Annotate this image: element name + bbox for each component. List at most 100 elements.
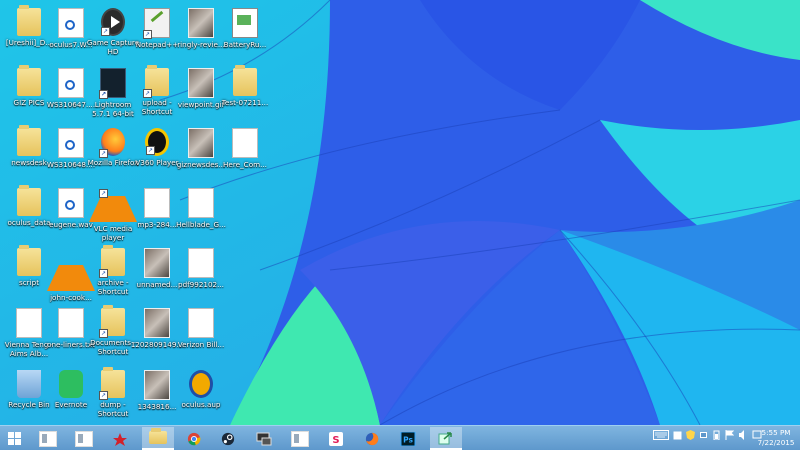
taskbar-app-slack[interactable]: S xyxy=(322,427,350,450)
desktop-icon[interactable]: ↗ dump - Shortcut xyxy=(90,366,136,424)
desktop-icon[interactable]: ↗ archive - Shortcut xyxy=(90,244,136,302)
taskbar-app-paint[interactable] xyxy=(106,427,134,450)
desktop-icon[interactable]: ↗ Game Capture HD xyxy=(87,4,139,62)
clock-date: 7/22/2015 xyxy=(757,438,795,447)
desktop-icon[interactable]: 1343816... xyxy=(134,366,180,424)
window-icon xyxy=(291,430,309,447)
desktop: [Ureshii]_D... GIZ PICS newsdesk oculus_dat… xyxy=(0,0,800,425)
keyboard-icon[interactable] xyxy=(653,430,669,440)
taskbar-app-window-2[interactable] xyxy=(70,427,98,450)
taskbar-app-share[interactable] xyxy=(430,427,462,450)
desktop-icon[interactable]: WS310648.... xyxy=(47,124,95,182)
shortcut-arrow-icon: ↗ xyxy=(99,90,108,99)
desktop-icon[interactable]: viewpoint.gif xyxy=(178,64,224,122)
desktop-icon[interactable]: ↗ Documents - Shortcut xyxy=(90,304,136,362)
desktop-icon[interactable]: oculus_data xyxy=(6,184,52,242)
wav-file-icon xyxy=(58,188,84,218)
desktop-icon[interactable]: ↗ VLC media player xyxy=(89,184,137,242)
desktop-icon[interactable]: unnamed... xyxy=(134,244,180,302)
folder-icon xyxy=(17,65,41,96)
notepad-plus-icon: ↗ xyxy=(143,8,170,39)
taskbar-app-steam[interactable] xyxy=(214,427,242,450)
desktop-icon-label: Here_Com... xyxy=(223,160,267,169)
desktop-icon[interactable]: ↗ V360 Player xyxy=(134,124,180,182)
start-button[interactable] xyxy=(2,427,30,450)
desktop-icon[interactable]: ↗ Notepad++ xyxy=(134,4,180,62)
recycle-bin-icon xyxy=(17,370,41,398)
shortcut-arrow-icon: ↗ xyxy=(99,269,108,278)
taskbar-app-remote-desktop[interactable] xyxy=(250,427,278,450)
desktop-icon[interactable]: Hellblade_G... xyxy=(176,184,226,242)
taskbar-app-window-3[interactable] xyxy=(286,427,314,450)
firefox-icon xyxy=(365,432,379,445)
desktop-icon[interactable]: giznewsdes... xyxy=(177,124,225,182)
desktop-icon[interactable]: Test-07211... xyxy=(222,64,268,122)
desktop-icon[interactable]: BatteryRu... xyxy=(222,4,268,62)
desktop-icon[interactable]: ↗ upload - Shortcut xyxy=(134,64,180,122)
image-file-icon xyxy=(188,128,214,158)
svg-text:S: S xyxy=(332,435,339,446)
paint-icon xyxy=(113,432,127,446)
image-file-icon xyxy=(188,68,214,98)
shortcut-arrow-icon: ↗ xyxy=(99,189,108,198)
shortcut-arrow-icon: ↗ xyxy=(99,149,108,158)
taskbar-app-firefox[interactable] xyxy=(358,427,386,450)
shortcut-arrow-icon: ↗ xyxy=(99,391,108,400)
desktop-icon[interactable]: ringly-revie... xyxy=(177,4,225,62)
image-file-icon xyxy=(144,308,170,338)
desktop-icon[interactable]: Verizon Bill... xyxy=(178,304,224,362)
image-file-icon xyxy=(144,248,170,278)
battery-report-icon xyxy=(232,8,258,38)
desktop-icon[interactable]: ↗ Mozilla Firefox xyxy=(88,124,138,182)
folder-icon xyxy=(17,5,41,36)
folder-icon xyxy=(233,65,257,96)
photoshop-icon: Ps xyxy=(400,431,416,446)
pdf-file-icon xyxy=(188,308,214,338)
windows-logo-icon xyxy=(8,431,24,446)
desktop-icon[interactable]: newsdesk xyxy=(6,124,52,182)
folder-shortcut-icon: ↗ xyxy=(99,245,125,278)
desktop-icon[interactable]: Here_Com... xyxy=(222,124,268,182)
desktop-icon[interactable]: Recycle Bin xyxy=(6,366,52,424)
desktop-icon-label: pdf992102... xyxy=(178,280,224,289)
wma-file-icon xyxy=(58,8,84,38)
vlc-icon: ↗ xyxy=(89,188,137,222)
desktop-icon[interactable]: pdf992102... xyxy=(178,244,224,302)
window-icon xyxy=(75,430,93,447)
desktop-icon[interactable]: [Ureshii]_D... xyxy=(6,4,52,62)
text-file-icon xyxy=(58,308,84,338)
shortcut-arrow-icon: ↗ xyxy=(146,146,155,155)
desktop-icon[interactable]: mp3-284... xyxy=(134,184,180,242)
battery-icon[interactable] xyxy=(712,430,721,440)
firefox-icon: ↗ xyxy=(99,128,125,158)
desktop-icon[interactable]: Vienna Teng - Aims Alb... xyxy=(5,304,53,362)
folder-icon xyxy=(149,428,167,444)
remote-desktop-icon xyxy=(256,432,272,445)
shortcut-arrow-icon: ↗ xyxy=(99,329,108,338)
image-file-icon xyxy=(144,370,170,400)
desktop-icon[interactable]: 1202809149... xyxy=(131,304,183,362)
system-tray xyxy=(653,430,762,440)
folder-icon xyxy=(17,245,41,276)
desktop-icon[interactable]: oculus.aup xyxy=(178,366,224,424)
evernote-icon xyxy=(59,370,83,398)
network-icon[interactable] xyxy=(699,430,708,440)
clock[interactable]: 5:55 PM 7/22/2015 xyxy=(756,428,796,448)
taskbar-app-window-1[interactable] xyxy=(34,427,62,450)
document-icon xyxy=(232,128,258,158)
security-icon[interactable] xyxy=(686,430,695,440)
chrome-icon xyxy=(187,432,201,445)
flag-icon[interactable] xyxy=(725,430,734,440)
shortcut-arrow-icon: ↗ xyxy=(143,30,152,39)
svg-text:Ps: Ps xyxy=(403,435,413,444)
desktop-icon-label: BatteryRu... xyxy=(223,40,267,49)
taskbar-app-file-explorer[interactable] xyxy=(142,427,174,450)
window-icon[interactable] xyxy=(673,431,682,440)
taskbar-app-chrome[interactable] xyxy=(180,427,208,450)
lightroom-icon: ↗ xyxy=(99,68,126,99)
speaker-icon[interactable] xyxy=(738,430,748,440)
taskbar-app-photoshop[interactable]: Ps xyxy=(394,427,422,450)
desktop-icon[interactable]: GIZ PICS xyxy=(6,64,52,122)
desktop-icon-label: Verizon Bill... xyxy=(177,340,225,349)
image-file-icon xyxy=(188,8,214,38)
